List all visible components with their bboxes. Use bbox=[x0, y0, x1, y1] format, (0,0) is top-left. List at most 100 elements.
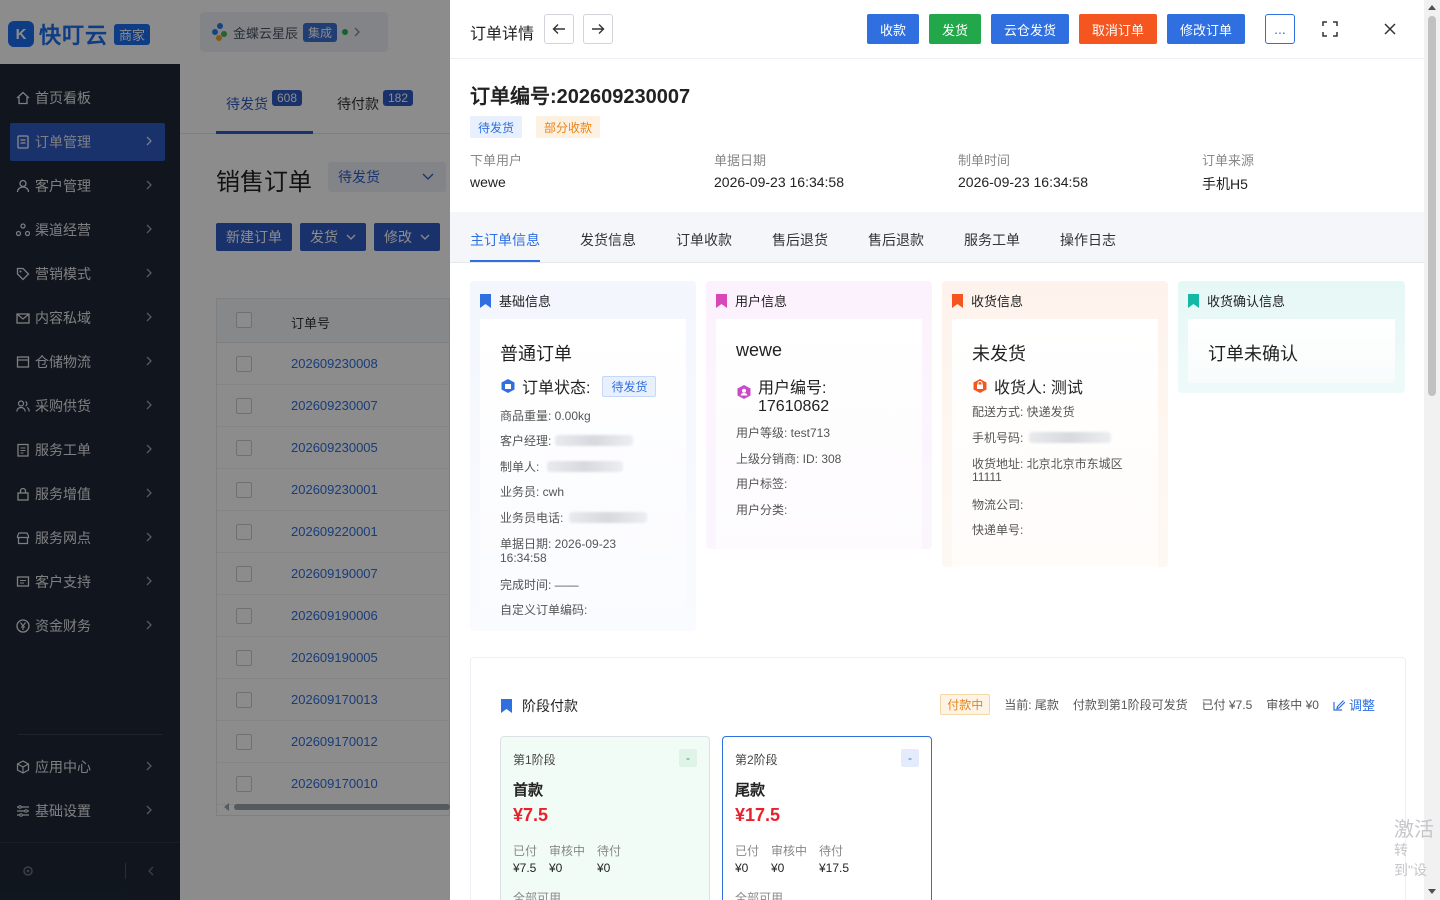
bookmark-icon bbox=[480, 293, 491, 308]
adjust-button[interactable]: 调整 bbox=[1333, 695, 1375, 714]
custom-code-field: 自定义订单编码: bbox=[500, 603, 588, 617]
salesman-field: 业务员: cwh bbox=[500, 485, 565, 499]
weight-field: 商品重量: 0.00kg bbox=[500, 409, 591, 423]
tab-operation-log[interactable]: 操作日志 bbox=[1060, 230, 1116, 250]
ship-button[interactable]: 发货 bbox=[929, 14, 981, 44]
user-id-label: 用户编号: bbox=[758, 380, 827, 397]
tab-after-sales-return[interactable]: 售后退货 bbox=[772, 230, 828, 250]
stage-card-2: 第2阶段 - 尾款 ¥17.5 已付 审核中 待付 ¥0 ¥0 ¥17.5 全部… bbox=[722, 736, 932, 900]
meta-value: 2026-09-23 16:34:58 bbox=[958, 174, 1088, 190]
order-status-badge: 待发货 bbox=[602, 375, 657, 397]
arrow-right-icon bbox=[592, 24, 605, 34]
tab-after-sales-refund[interactable]: 售后退款 bbox=[868, 230, 924, 250]
redacted-value bbox=[569, 512, 648, 523]
close-icon[interactable] bbox=[1384, 23, 1396, 35]
cloud-warehouse-ship-button[interactable]: 云仓发货 bbox=[991, 14, 1069, 44]
card-title: 基础信息 bbox=[499, 294, 552, 309]
stage-label: 第1阶段 bbox=[513, 753, 556, 767]
creator-field: 制单人: bbox=[500, 458, 624, 475]
scroll-down-icon[interactable] bbox=[1428, 889, 1436, 895]
arrow-left-icon bbox=[552, 24, 565, 34]
stage-name: 首款 bbox=[513, 782, 544, 799]
user-level-field: 用户等级: test713 bbox=[736, 426, 831, 440]
collapse-toggle[interactable]: - bbox=[679, 749, 697, 767]
stage-summary: 付款中 当前: 尾款 付款到第1阶段可发货 已付 ¥7.5 审核中 ¥0 调整 bbox=[940, 694, 1375, 715]
cancel-order-button[interactable]: 取消订单 bbox=[1079, 14, 1157, 44]
scroll-up-icon[interactable] bbox=[1428, 4, 1436, 10]
user-category-field: 用户分类: bbox=[736, 503, 788, 517]
manager-field: 客户经理: bbox=[500, 432, 634, 449]
card-header: 收货信息 bbox=[952, 291, 1023, 310]
bookmark-icon bbox=[952, 293, 963, 308]
card-header: 收货确认信息 bbox=[1188, 291, 1285, 310]
tab-shipping-info[interactable]: 发货信息 bbox=[580, 230, 636, 250]
user-id-value: 17610862 bbox=[758, 398, 830, 415]
payment-status-badge: 部分收款 bbox=[536, 116, 601, 138]
tab-service-tickets[interactable]: 服务工单 bbox=[964, 230, 1020, 250]
shipping-state: 未发货 bbox=[972, 344, 1026, 364]
prev-order-button[interactable] bbox=[544, 14, 574, 44]
order-number-value: 202609230007 bbox=[556, 86, 691, 108]
vertical-scrollbar[interactable] bbox=[1424, 0, 1440, 900]
paid-total: 已付 ¥7.5 bbox=[1201, 698, 1253, 712]
button-label: ... bbox=[1274, 21, 1286, 37]
tab-order-payments[interactable]: 订单收款 bbox=[676, 230, 732, 250]
meta-label: 制单时间 bbox=[958, 153, 1011, 168]
tab-main-order-info[interactable]: 主订单信息 bbox=[470, 230, 540, 250]
reviewing-label: 审核中 bbox=[549, 844, 586, 858]
next-order-button[interactable] bbox=[583, 14, 613, 44]
drawer-header: 订单详情 收款 发货 云仓发货 取消订单 修改订单 ... bbox=[450, 0, 1440, 59]
modal-overlay[interactable] bbox=[0, 0, 450, 900]
collapse-toggle[interactable]: - bbox=[901, 749, 919, 767]
shipping-rule: 付款到第1阶段可发货 bbox=[1072, 698, 1188, 712]
parent-distributor-field: 上级分销商: ID: 308 bbox=[736, 452, 842, 466]
button-label: 收款 bbox=[879, 22, 906, 38]
shipping-info-card: 收货信息 未发货 收货人: 测试 配送方式: 快递发货 手机号码: 收货地址: … bbox=[942, 281, 1168, 567]
field-label: 手机号码: bbox=[972, 431, 1024, 445]
fullscreen-icon[interactable] bbox=[1322, 21, 1338, 37]
payment-status-badge: 付款中 bbox=[940, 694, 991, 715]
card-header: 用户信息 bbox=[716, 291, 787, 310]
reviewing-total: 审核中 ¥0 bbox=[1266, 698, 1319, 712]
availability-note: 全部可用 bbox=[513, 891, 562, 900]
user-id-row: 用户编号: 17610862 bbox=[736, 374, 829, 416]
receiver-row: 收货人: 测试 bbox=[972, 374, 1083, 398]
card-title: 收货信息 bbox=[971, 294, 1024, 309]
user-tags-field: 用户标签: bbox=[736, 477, 788, 491]
activation-watermark: 激活 bbox=[1394, 819, 1434, 841]
button-label: 修改订单 bbox=[1179, 22, 1232, 38]
stage-card-1: 第1阶段 - 首款 ¥7.5 已付 审核中 待付 ¥7.5 ¥0 ¥0 全部可用 bbox=[500, 736, 710, 900]
order-number-label: 订单编号: bbox=[470, 86, 557, 108]
basic-info-card: 基础信息 普通订单 订单状态: 待发货 商品重量: 0.00kg 客户经理: 制… bbox=[470, 281, 696, 631]
order-type: 普通订单 bbox=[500, 344, 572, 364]
reviewing-value: ¥0 bbox=[771, 861, 785, 875]
edit-order-button[interactable]: 修改订单 bbox=[1167, 14, 1245, 44]
logistics-company-field: 物流公司: bbox=[972, 498, 1024, 512]
pending-label: 待付 bbox=[819, 844, 844, 858]
pending-value: ¥17.5 bbox=[819, 861, 850, 875]
user-info-card: 用户信息 wewe 用户编号: 17610862 用户等级: test713 上级… bbox=[706, 281, 932, 549]
more-actions-button[interactable]: ... bbox=[1265, 14, 1295, 44]
active-tab-indicator bbox=[470, 260, 540, 262]
receipt-confirmation-card: 收货确认信息 订单未确认 bbox=[1178, 281, 1405, 393]
button-label: 云仓发货 bbox=[1003, 22, 1056, 38]
tracking-number-field: 快递单号: bbox=[972, 523, 1024, 537]
collect-payment-button[interactable]: 收款 bbox=[867, 14, 919, 44]
meta-value: 2026-09-23 16:34:58 bbox=[714, 174, 844, 190]
scrollbar-thumb[interactable] bbox=[1428, 16, 1436, 396]
section-header: 阶段付款 bbox=[501, 696, 578, 716]
paid-value: ¥0 bbox=[735, 861, 749, 875]
reviewing-label: 审核中 bbox=[771, 844, 808, 858]
button-label: 发货 bbox=[941, 22, 968, 38]
receiver-icon bbox=[973, 379, 987, 393]
section-title: 阶段付款 bbox=[522, 698, 578, 714]
doc-date-time: 16:34:58 bbox=[500, 551, 547, 565]
stage-amount: ¥7.5 bbox=[513, 805, 549, 825]
edit-icon bbox=[1333, 699, 1345, 711]
current-stage: 当前: 尾款 bbox=[1004, 698, 1059, 712]
completed-time-field: 完成时间: —— bbox=[500, 578, 579, 592]
activation-watermark-sub: 转到"设 bbox=[1394, 842, 1427, 878]
paid-value: ¥7.5 bbox=[513, 861, 537, 875]
stage-payment-section: 阶段付款 付款中 当前: 尾款 付款到第1阶段可发货 已付 ¥7.5 审核中 ¥… bbox=[470, 657, 1406, 900]
user-id-icon bbox=[737, 385, 751, 399]
